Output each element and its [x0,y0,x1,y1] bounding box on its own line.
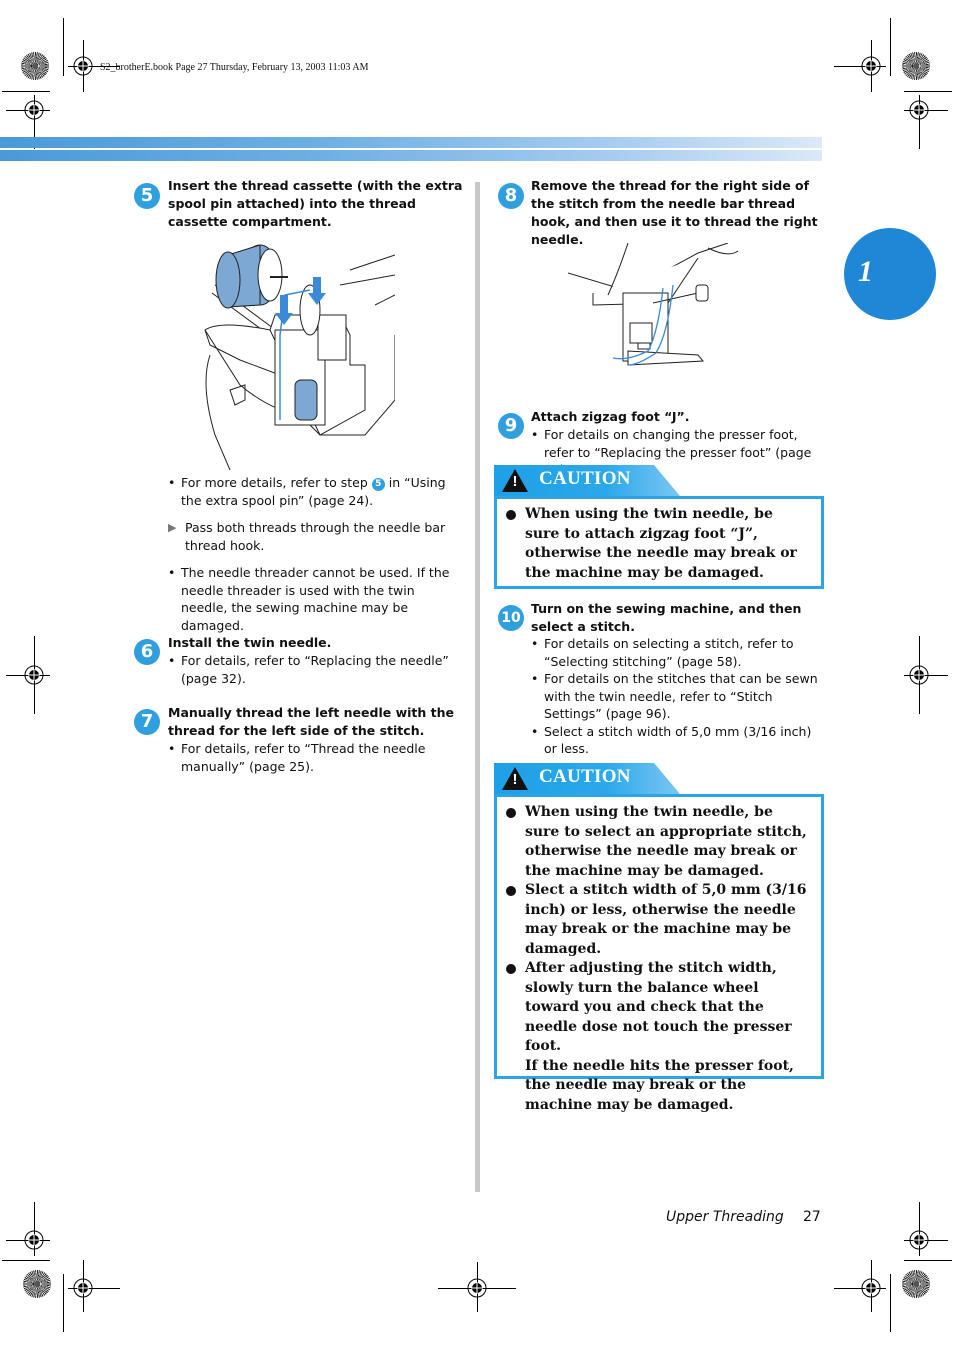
caution-label: CAUTION [539,766,631,787]
color-target-icon [21,52,49,80]
registration-target-icon [24,1230,44,1250]
step-title: Attach zigzag foot “J”. [531,409,690,424]
color-target-icon [23,1270,51,1298]
color-target-icon [902,1270,930,1298]
bullet-icon [506,510,516,520]
step-number-badge: 8 [498,183,524,209]
bullet-icon: • [168,741,176,756]
caution-item: When using the twin needle, be sure to s… [505,803,811,881]
color-target-icon [902,52,930,80]
step-number-badge: 9 [498,413,524,439]
crop-line [904,91,952,92]
bullet-icon: • [531,723,539,739]
registration-target-icon [861,1278,881,1298]
file-info-header: S2_brotherE.book Page 27 Thursday, Febru… [100,62,369,73]
column-divider [475,182,480,1192]
caution-item: After adjusting the stitch width, slowly… [505,959,811,1115]
bullet-icon: • [168,475,176,490]
note-bullet: • Select a stitch width of 5,0 mm (3/16 … [531,723,812,757]
step-title: Manually thread the left needle with the… [168,705,454,738]
footer-section-title: Upper Threading [666,1209,784,1225]
chapter-number: 1 [858,255,873,288]
crop-line [890,18,891,76]
registration-target-icon [73,56,93,76]
bullet-icon: • [168,653,176,668]
step-reference-badge: 5 [371,478,385,491]
caution-label: CAUTION [539,468,631,489]
registration-target-icon [861,56,881,76]
crop-line [63,18,64,76]
registration-target-icon [909,100,929,120]
note-bullet: • For details, refer to “Replacing the n… [168,653,449,686]
step-title: Install the twin needle. [168,635,332,650]
crop-line [63,1274,64,1332]
caution-content: When using the twin needle, be sure to s… [494,794,824,1113]
exclamation-icon: ! [512,771,518,788]
note-bullet: • For details on selecting a stitch, ref… [531,636,794,669]
bullet-icon [506,964,516,974]
crop-line [2,1260,50,1261]
exclamation-icon: ! [512,473,518,490]
crop-line [890,1274,891,1332]
twin-needle-threading-illustration [568,243,739,366]
registration-target-icon [909,1230,929,1250]
step-10-notes: • For details on selecting a stitch, ref… [531,635,823,758]
step-number-badge: 7 [134,709,160,735]
triangle-right-icon: ▶ [168,521,177,534]
thread-cassette-illustration [204,244,395,470]
bullet-icon: • [531,671,539,686]
note-bullet: • For details, refer to “Thread the need… [168,741,426,774]
header-band-bottom [0,150,822,161]
note-bullet: • For more details, refer to step 5 in “… [168,475,446,508]
registration-target-icon [467,1278,487,1298]
step-number-badge: 10 [498,605,524,631]
step-5-notes: • For more details, refer to step 5 in “… [168,474,463,634]
bullet-icon: • [531,427,539,442]
step-title: Insert the thread cassette (with the ext… [168,178,463,229]
step-6-notes: • For details, refer to “Replacing the n… [168,652,458,687]
step-title: Remove the thread for the right side of … [531,178,818,247]
step-7-notes: • For details, refer to “Thread the need… [168,740,438,775]
note-bullet: • The needle threader cannot be used. If… [168,565,450,633]
header-band-top [0,137,822,148]
bullet-icon [506,808,516,818]
bullet-icon: • [531,636,539,651]
bullet-icon [506,886,516,896]
step-title: Turn on the sewing machine, and then sel… [531,601,802,634]
note-bullet: • For details on the stitches that can b… [531,671,818,721]
caution-item: When using the twin needle, be sure to a… [505,505,811,583]
crop-line [2,91,50,92]
registration-target-icon [24,665,44,685]
step-number-badge: 6 [134,639,160,665]
crop-line [904,1260,952,1261]
registration-target-icon [24,100,44,120]
page-number: 27 [803,1209,821,1225]
caution-content: When using the twin needle, be sure to a… [494,496,824,589]
caution-extra: If the needle hits the presser foot, the… [525,1057,794,1113]
step-number-badge: 5 [134,183,160,209]
bullet-icon: • [168,565,176,580]
caution-header: ! CAUTION [494,763,680,794]
registration-target-icon [73,1278,93,1298]
caution-header: ! CAUTION [494,465,680,496]
caution-item: Slect a stitch width of 5,0 mm (3/16 inc… [505,881,811,959]
registration-target-icon [909,665,929,685]
note-arrow: ▶ Pass both threads through the needle b… [168,520,446,553]
